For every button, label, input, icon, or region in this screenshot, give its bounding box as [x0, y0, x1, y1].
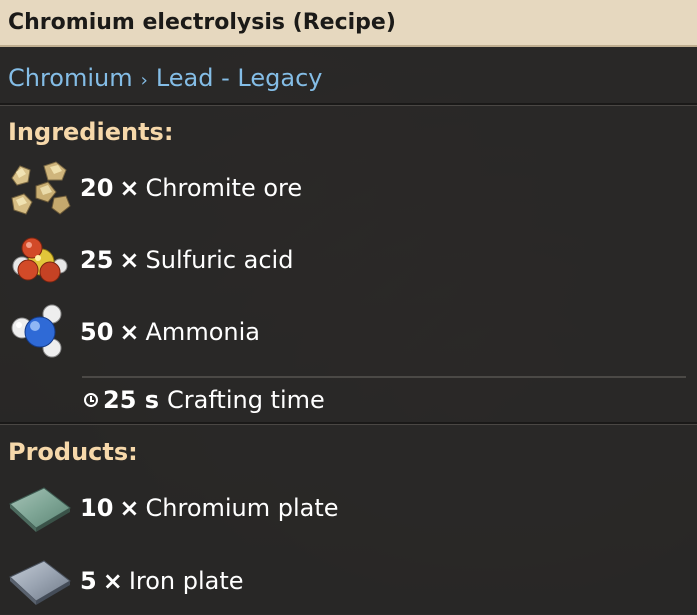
ingredient-amount: 25: [80, 246, 114, 274]
chromite-ore-icon: [8, 158, 72, 218]
ingredient-row: 20 × Chromite ore: [8, 158, 302, 218]
product-amount: 10: [80, 494, 114, 522]
product-label: 10 × Chromium plate: [80, 494, 339, 522]
section-divider: [0, 422, 697, 425]
breadcrumb-primary: Chromium: [8, 64, 133, 92]
recipe-breadcrumb: Chromium › Lead - Legacy: [8, 64, 322, 92]
ingredient-label: 25 × Sulfuric acid: [80, 246, 293, 274]
times-sign: ×: [119, 174, 140, 202]
times-sign: ×: [119, 246, 140, 274]
recipe-tooltip: Chromium electrolysis (Recipe) Chromium ›…: [0, 0, 697, 614]
product-row: 10 × Chromium plate: [8, 478, 339, 538]
crafting-divider: [82, 376, 686, 378]
product-name: Iron plate: [128, 567, 244, 595]
times-sign: ×: [119, 494, 140, 522]
crafting-time-value: 25 s: [103, 386, 160, 414]
ingredient-label: 20 × Chromite ore: [80, 174, 302, 202]
section-divider: [0, 103, 697, 106]
chromium-plate-icon: [8, 478, 72, 538]
breadcrumb-secondary: Lead - Legacy: [155, 64, 323, 92]
crafting-time-row: 25 s Crafting time: [84, 386, 325, 414]
ammonia-icon: [8, 302, 72, 362]
times-sign: ×: [119, 318, 140, 346]
product-label: 5 × Iron plate: [80, 567, 244, 595]
tooltip-title-bar: Chromium electrolysis (Recipe): [0, 0, 697, 47]
clock-icon: [84, 393, 98, 407]
sulfuric-acid-icon: [8, 230, 72, 290]
product-amount: 5: [80, 567, 97, 595]
crafting-time-label: Crafting time: [167, 386, 325, 414]
product-name: Chromium plate: [145, 494, 339, 522]
breadcrumb-separator: ›: [140, 70, 148, 91]
products-header: Products:: [8, 438, 138, 466]
ingredient-amount: 20: [80, 174, 114, 202]
ingredient-row: 50 × Ammonia: [8, 302, 260, 362]
times-sign: ×: [102, 567, 123, 595]
product-row: 5 × Iron plate: [8, 551, 244, 611]
iron-plate-icon: [8, 551, 72, 611]
ingredient-name: Chromite ore: [145, 174, 303, 202]
ingredient-label: 50 × Ammonia: [80, 318, 260, 346]
recipe-title: Chromium electrolysis (Recipe): [8, 10, 396, 35]
ingredients-header: Ingredients:: [8, 118, 174, 146]
ingredient-amount: 50: [80, 318, 114, 346]
ingredient-name: Sulfuric acid: [145, 246, 294, 274]
ingredient-row: 25 × Sulfuric acid: [8, 230, 293, 290]
ingredient-name: Ammonia: [145, 318, 260, 346]
